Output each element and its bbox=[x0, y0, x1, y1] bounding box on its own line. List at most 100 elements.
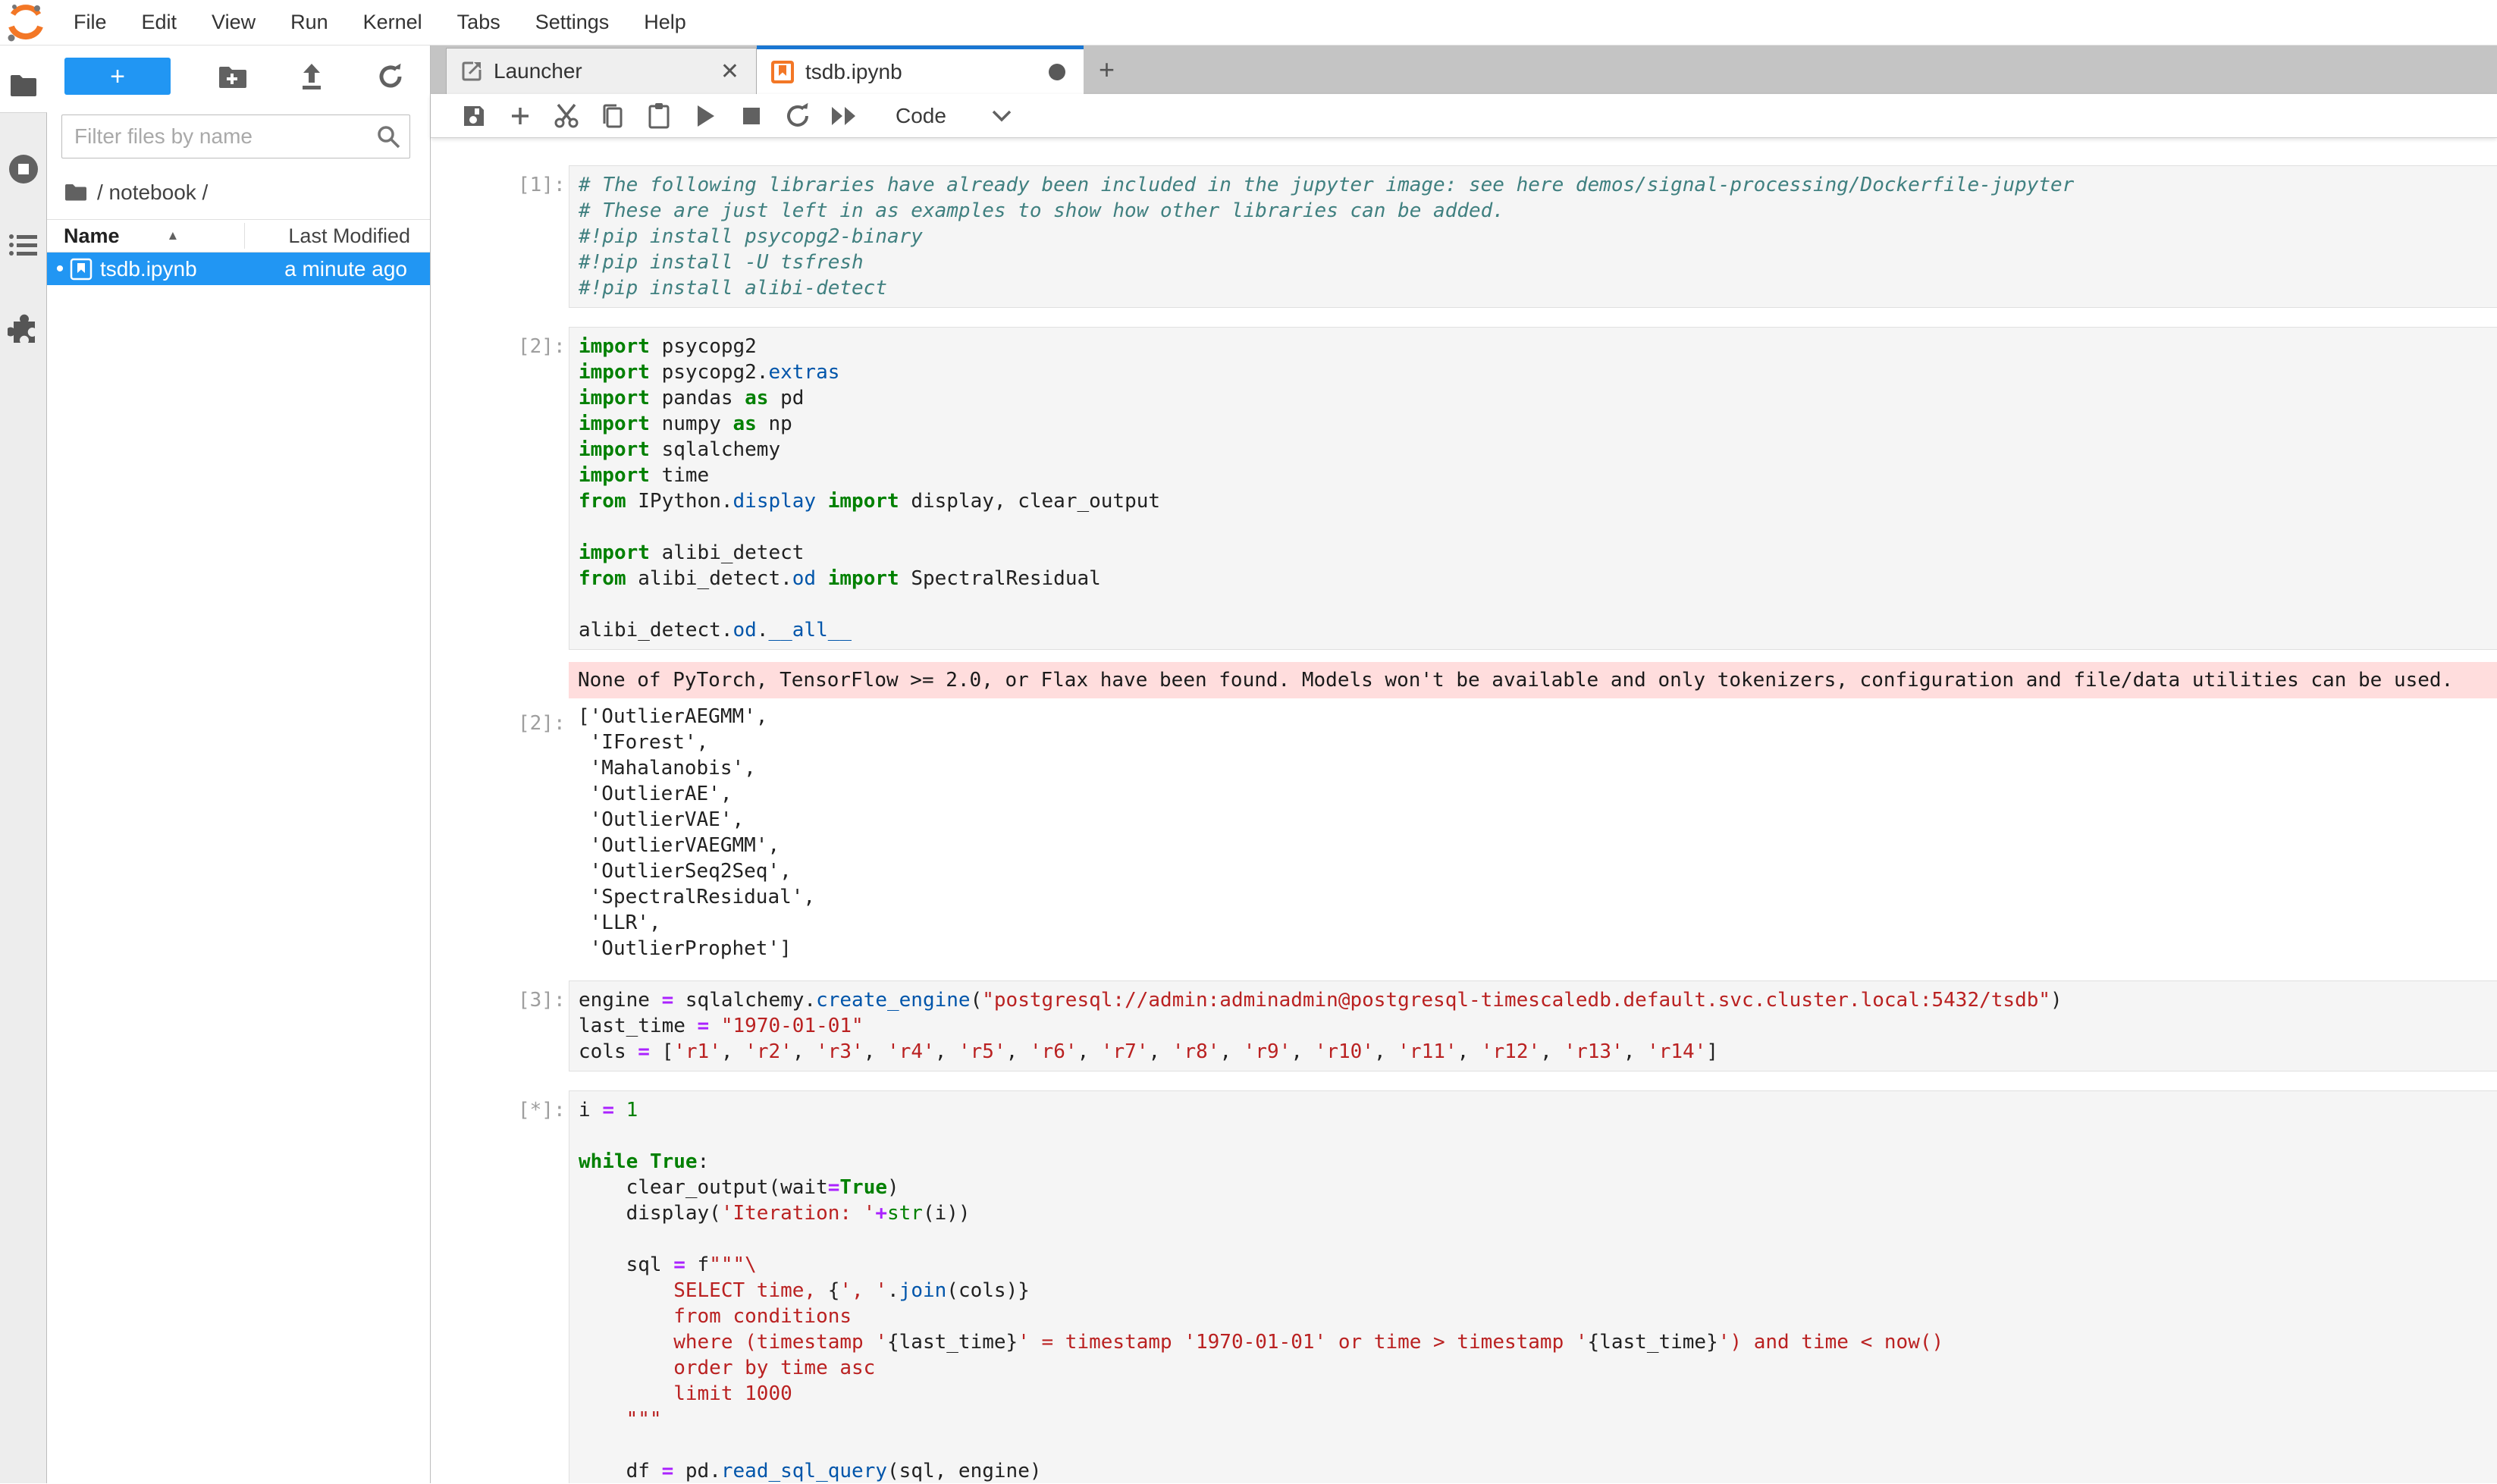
output-line: 'LLR', bbox=[578, 910, 2497, 936]
code-line: import psycopg2 bbox=[579, 334, 2497, 359]
tab-tsdb-ipynb[interactable]: tsdb.ipynb bbox=[757, 45, 1084, 94]
code-line: clear_output(wait=True) bbox=[579, 1175, 2497, 1200]
code-line: df = pd.read_sql_query(sql, engine) bbox=[579, 1458, 2497, 1483]
column-header-last-modified[interactable]: Last Modified bbox=[288, 224, 430, 248]
output-line: 'OutlierVAE', bbox=[578, 807, 2497, 833]
unsaved-changes-indicator[interactable] bbox=[1049, 64, 1065, 80]
new-tab-button[interactable]: + bbox=[1084, 45, 1130, 94]
cut-cells-icon[interactable] bbox=[552, 101, 581, 131]
code-line: i = 1 bbox=[579, 1097, 2497, 1123]
file-row-tsdb-ipynb[interactable]: • tsdb.ipynb a minute ago bbox=[47, 253, 430, 285]
menu-settings[interactable]: Settings bbox=[518, 0, 627, 45]
cell-editor[interactable]: i = 1 while True: clear_output(wait=True… bbox=[569, 1090, 2497, 1483]
stderr-output: None of PyTorch, TensorFlow >= 2.0, or F… bbox=[569, 662, 2497, 698]
upload-icon[interactable] bbox=[295, 60, 328, 93]
cell-editor[interactable]: # The following libraries have already b… bbox=[569, 165, 2497, 308]
code-line: limit 1000 bbox=[579, 1381, 2497, 1407]
running-kernels-icon[interactable] bbox=[0, 143, 47, 196]
home-folder-icon bbox=[64, 183, 88, 202]
output-line: 'OutlierAE', bbox=[578, 781, 2497, 807]
sort-ascending-icon[interactable]: ▲ bbox=[167, 228, 180, 243]
menu-file[interactable]: File bbox=[56, 0, 124, 45]
code-line bbox=[579, 514, 2497, 540]
paste-cells-icon[interactable] bbox=[645, 101, 673, 131]
file-list-header: Name ▲ Last Modified bbox=[47, 219, 430, 253]
code-line: import alibi_detect bbox=[579, 540, 2497, 566]
code-line: where (timestamp '{last_time}' = timesta… bbox=[579, 1329, 2497, 1355]
cell-output-row: None of PyTorch, TensorFlow >= 2.0, or F… bbox=[431, 662, 2497, 698]
copy-cells-icon[interactable] bbox=[598, 101, 627, 131]
breadcrumb[interactable]: / notebook / bbox=[47, 158, 430, 209]
code-cell: [3]: engine = sqlalchemy.create_engine("p… bbox=[431, 980, 2497, 1071]
code-line: from IPython.display import display, cle… bbox=[579, 488, 2497, 514]
menu-tabs[interactable]: Tabs bbox=[440, 0, 518, 45]
column-divider bbox=[244, 223, 245, 249]
tab-launcher[interactable]: Launcher ✕ bbox=[446, 48, 757, 94]
code-line: import sqlalchemy bbox=[579, 437, 2497, 463]
code-line: alibi_detect.od.__all__ bbox=[579, 617, 2497, 643]
notebook-cells-area: [1]: # The following libraries have alrea… bbox=[431, 138, 2497, 1483]
close-tab-icon[interactable]: ✕ bbox=[717, 58, 742, 85]
code-line: # The following libraries have already b… bbox=[579, 172, 2497, 198]
tab-bar: Launcher ✕ tsdb.ipynb + bbox=[431, 45, 2497, 94]
file-name: tsdb.ipynb bbox=[100, 257, 197, 281]
filter-files-input[interactable] bbox=[61, 115, 410, 158]
restart-kernel-icon[interactable] bbox=[783, 101, 812, 131]
file-browser-folder-icon[interactable] bbox=[0, 59, 47, 112]
menu-edit[interactable]: Edit bbox=[124, 0, 195, 45]
code-line: order by time asc bbox=[579, 1355, 2497, 1381]
output-line: 'OutlierSeq2Seq', bbox=[578, 858, 2497, 884]
menu-run[interactable]: Run bbox=[273, 0, 346, 45]
menu-kernel[interactable]: Kernel bbox=[346, 0, 440, 45]
code-line bbox=[579, 1123, 2497, 1149]
cell-input-prompt: [1]: bbox=[518, 165, 569, 308]
column-header-name[interactable]: Name bbox=[47, 224, 120, 248]
output-line: 'OutlierVAEGMM', bbox=[578, 833, 2497, 858]
restart-run-all-icon[interactable] bbox=[830, 101, 858, 131]
cell-input-row: [3]: engine = sqlalchemy.create_engine("p… bbox=[431, 980, 2497, 1071]
left-sidebar-rail bbox=[0, 45, 47, 1483]
code-line: display('Iteration: '+str(i)) bbox=[579, 1200, 2497, 1226]
new-folder-icon[interactable] bbox=[216, 60, 249, 93]
output-line: 'Mahalanobis', bbox=[578, 755, 2497, 781]
file-browser-panel: + bbox=[47, 45, 431, 1483]
file-last-modified: a minute ago bbox=[284, 257, 430, 281]
main-dock-panel: Launcher ✕ tsdb.ipynb + bbox=[431, 45, 2497, 1483]
table-of-contents-icon[interactable] bbox=[0, 218, 47, 271]
add-cell-icon[interactable] bbox=[506, 101, 535, 131]
run-cell-icon[interactable] bbox=[691, 101, 720, 131]
code-line: engine = sqlalchemy.create_engine("postg… bbox=[579, 987, 2497, 1013]
cell-type-value: Code bbox=[896, 104, 946, 128]
code-line: SELECT time, {', '.join(cols)} bbox=[579, 1278, 2497, 1304]
code-line: last_time = "1970-01-01" bbox=[579, 1013, 2497, 1039]
code-line: # These are just left in as examples to … bbox=[579, 198, 2497, 224]
extension-manager-puzzle-icon[interactable] bbox=[0, 302, 47, 355]
code-line: sql = f"""\ bbox=[579, 1252, 2497, 1278]
interrupt-kernel-icon[interactable] bbox=[737, 101, 766, 131]
code-line: import time bbox=[579, 463, 2497, 488]
cell-editor[interactable]: engine = sqlalchemy.create_engine("postg… bbox=[569, 980, 2497, 1071]
jupyter-logo-icon bbox=[6, 3, 45, 42]
chevron-down-icon bbox=[990, 108, 1013, 124]
code-line: #!pip install -U tsfresh bbox=[579, 249, 2497, 275]
save-icon[interactable] bbox=[460, 101, 488, 131]
cell-output-prompt: [2]: bbox=[518, 704, 569, 962]
refresh-icon[interactable] bbox=[374, 60, 407, 93]
output-line: 'SpectralResidual', bbox=[578, 884, 2497, 910]
cell-input-row: [1]: # The following libraries have alrea… bbox=[431, 165, 2497, 308]
launcher-icon bbox=[460, 60, 483, 83]
cell-editor[interactable]: import psycopg2import psycopg2.extras imp… bbox=[569, 327, 2497, 650]
cell-type-select[interactable]: Code bbox=[896, 104, 1013, 128]
execute-result: ['OutlierAEGMM', 'IForest', 'Mahalanobis… bbox=[569, 704, 2497, 962]
cell-input-prompt: [2]: bbox=[518, 327, 569, 650]
cell-input-row: [2]:import psycopg2import psycopg2.extra… bbox=[431, 327, 2497, 650]
new-launcher-button[interactable]: + bbox=[64, 58, 171, 95]
code-line bbox=[579, 1226, 2497, 1252]
code-line bbox=[579, 1432, 2497, 1458]
menu-help[interactable]: Help bbox=[626, 0, 704, 45]
code-line: """ bbox=[579, 1407, 2497, 1432]
code-line: import psycopg2.extras bbox=[579, 359, 2497, 385]
filter-files-box bbox=[61, 115, 410, 158]
menu-view[interactable]: View bbox=[194, 0, 273, 45]
cell-input-prompt: [3]: bbox=[518, 980, 569, 1071]
